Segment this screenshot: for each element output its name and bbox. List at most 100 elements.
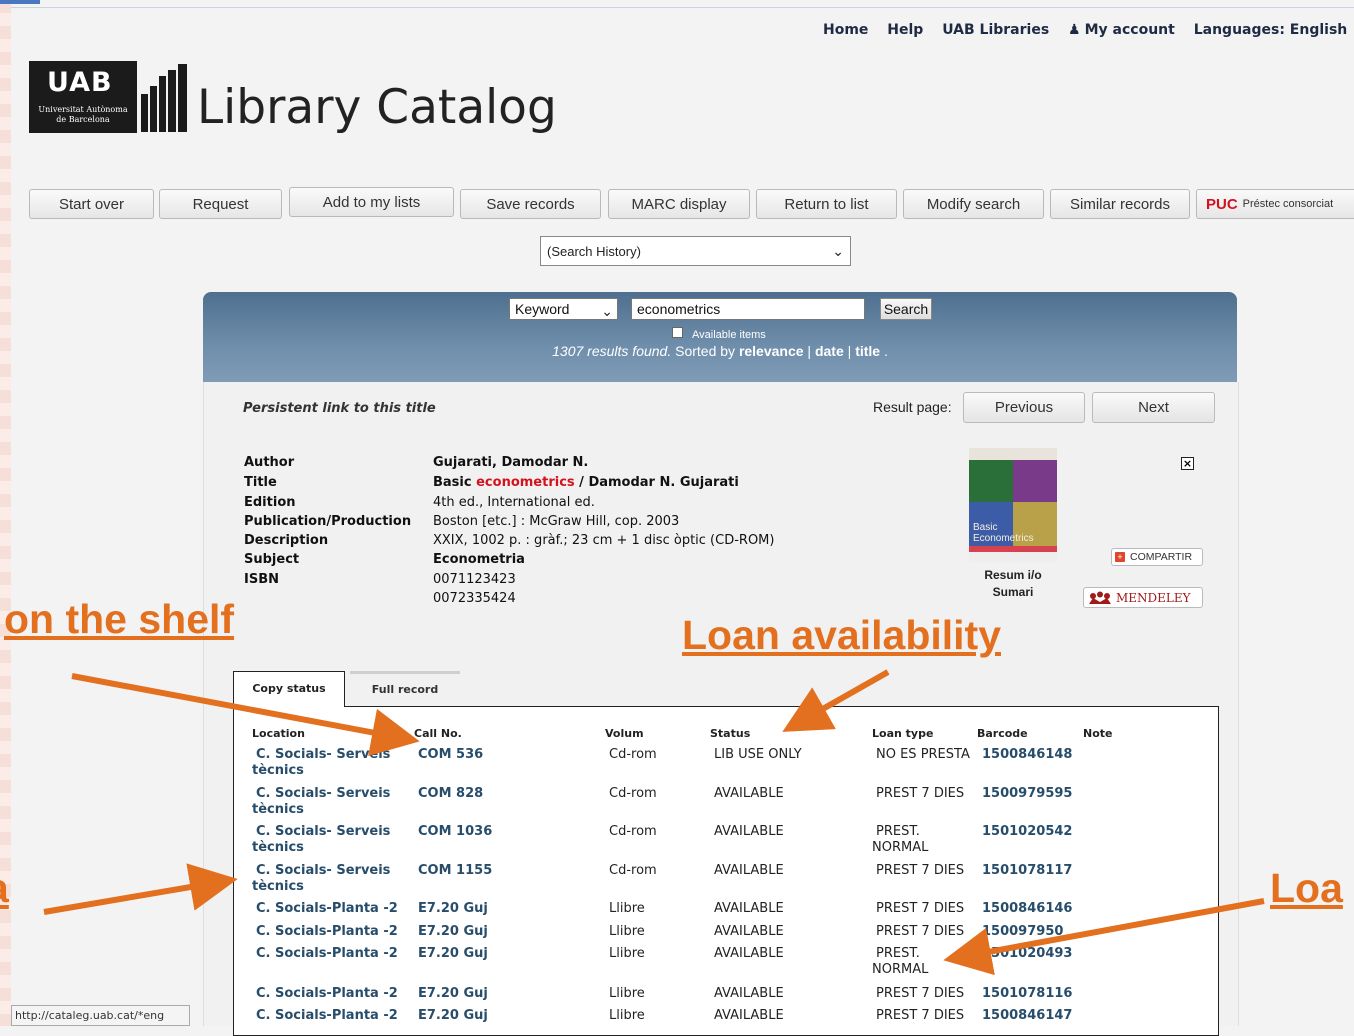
- add-to-lists-button[interactable]: Add to my lists: [289, 187, 454, 217]
- table-cell-status: AVAILABLE: [714, 1008, 784, 1023]
- table-cell-volum: Llibre: [609, 901, 645, 916]
- table-cell-barcode[interactable]: 150097950: [982, 924, 1063, 940]
- table-cell-volum: Llibre: [609, 924, 645, 939]
- table-cell-barcode[interactable]: 1500979595: [982, 786, 1072, 802]
- top-accent-bar: [0, 0, 40, 4]
- request-button[interactable]: Request: [159, 189, 282, 219]
- tab-full-record[interactable]: Full record: [350, 671, 460, 707]
- similar-records-button[interactable]: Similar records: [1050, 189, 1190, 219]
- subject-value[interactable]: Econometria: [433, 552, 525, 567]
- nav-languages-link[interactable]: Languages: English: [1194, 22, 1348, 38]
- marc-display-button[interactable]: MARC display: [608, 189, 750, 219]
- title-post: / Damodar N. Gujarati: [574, 475, 739, 490]
- isbn-label: ISBN: [244, 572, 279, 587]
- table-cell-callno[interactable]: E7.20 Guj: [418, 924, 488, 940]
- table-cell-location[interactable]: C. Socials-Planta -2: [252, 924, 402, 940]
- column-header-note: Note: [1083, 727, 1113, 740]
- table-cell-loan-type: PREST 7 DIES: [876, 786, 965, 801]
- table-cell-callno[interactable]: COM 1155: [418, 863, 492, 879]
- share-button[interactable]: + COMPARTIR: [1111, 548, 1203, 566]
- table-cell-callno[interactable]: E7.20 Guj: [418, 901, 488, 917]
- table-cell-barcode[interactable]: 1500846147: [982, 1008, 1072, 1024]
- publication-value: Boston [etc.] : McGraw Hill, cop. 2003: [433, 514, 680, 529]
- sorted-by-label: Sorted by: [671, 343, 739, 359]
- table-cell-loan-type: PREST 7 DIES: [876, 924, 965, 939]
- table-cell-status: AVAILABLE: [714, 986, 784, 1001]
- author-value[interactable]: Gujarati, Damodar N.: [433, 455, 588, 470]
- available-items-label: Available items: [692, 329, 766, 341]
- uab-logo[interactable]: UAB Universitat Autònoma de Barcelona: [29, 61, 137, 133]
- title-highlight: econometrics: [476, 475, 575, 490]
- summary-link[interactable]: Resum i/o Sumari: [969, 567, 1057, 601]
- summary-line1: Resum i/o: [984, 568, 1042, 582]
- table-cell-callno[interactable]: COM 1036: [418, 824, 492, 840]
- table-cell-callno[interactable]: E7.20 Guj: [418, 986, 488, 1002]
- summary-line2: Sumari: [992, 585, 1034, 599]
- search-type-value: Keyword: [515, 301, 570, 317]
- table-cell-location[interactable]: C. Socials- Serveis tècnics: [252, 747, 402, 779]
- close-icon[interactable]: ×: [1181, 457, 1194, 470]
- table-cell-barcode[interactable]: 1501078117: [982, 863, 1072, 879]
- search-input[interactable]: econometrics: [631, 298, 865, 320]
- nav-uab-libraries-link[interactable]: UAB Libraries: [942, 22, 1049, 38]
- table-cell-volum: Cd-rom: [609, 747, 657, 762]
- table-cell-loan-type: PREST 7 DIES: [876, 986, 965, 1001]
- table-cell-barcode[interactable]: 1500846146: [982, 901, 1072, 917]
- table-cell-volum: Cd-rom: [609, 863, 657, 878]
- title-label: Title: [244, 475, 277, 490]
- table-cell-callno[interactable]: E7.20 Guj: [418, 946, 488, 962]
- title-pre: Basic: [433, 475, 477, 490]
- available-items-checkbox[interactable]: [672, 327, 683, 338]
- table-cell-location[interactable]: C. Socials-Planta -2: [252, 946, 402, 962]
- logo-subtitle-line1: Universitat Autònoma: [38, 105, 128, 114]
- next-button[interactable]: Next: [1092, 392, 1215, 423]
- tab-copy-status[interactable]: Copy status: [233, 671, 345, 707]
- search-button[interactable]: Search: [880, 298, 932, 320]
- table-cell-location[interactable]: C. Socials- Serveis tècnics: [252, 786, 402, 818]
- status-bar-url: http://cataleg.uab.cat/*eng: [11, 1005, 190, 1026]
- sort-title-link[interactable]: title: [855, 343, 880, 359]
- table-cell-callno[interactable]: COM 536: [418, 747, 483, 763]
- logo-subtitle-line2: de Barcelona: [56, 115, 110, 124]
- annotation-on-the-shelf: on the shelf: [4, 596, 235, 642]
- table-cell-callno[interactable]: COM 828: [418, 786, 483, 802]
- table-cell-barcode[interactable]: 1501078116: [982, 986, 1072, 1002]
- page-title: Library Catalog: [197, 80, 557, 135]
- table-cell-barcode[interactable]: 1501020493: [982, 946, 1072, 962]
- share-label: COMPARTIR: [1130, 551, 1193, 563]
- table-cell-loan-type: PREST. NORMAL: [872, 946, 929, 977]
- author-label: Author: [244, 455, 295, 470]
- table-cell-location[interactable]: C. Socials- Serveis tècnics: [252, 824, 402, 856]
- table-cell-callno[interactable]: E7.20 Guj: [418, 1008, 488, 1024]
- mendeley-button[interactable]: MENDELEY: [1083, 587, 1203, 608]
- puc-button[interactable]: PUC Préstec consorciat: [1196, 189, 1354, 219]
- table-cell-volum: Llibre: [609, 946, 645, 961]
- sort-date-link[interactable]: date: [815, 343, 844, 359]
- description-label: Description: [244, 533, 329, 548]
- save-records-button[interactable]: Save records: [460, 189, 601, 219]
- nav-my-account-link[interactable]: ♟ My account: [1068, 22, 1175, 38]
- mendeley-icon: [1089, 591, 1111, 604]
- table-cell-location[interactable]: C. Socials- Serveis tècnics: [252, 863, 402, 895]
- nav-home-link[interactable]: Home: [823, 22, 868, 38]
- table-cell-location[interactable]: C. Socials-Planta -2: [252, 1008, 402, 1024]
- search-history-select[interactable]: (Search History) ⌄: [540, 236, 851, 266]
- table-cell-status: AVAILABLE: [714, 824, 784, 839]
- table-cell-location[interactable]: C. Socials-Planta -2: [252, 986, 402, 1002]
- search-type-select[interactable]: Keyword ⌄: [509, 298, 618, 320]
- top-divider: [11, 7, 1354, 8]
- nav-help-link[interactable]: Help: [887, 22, 923, 38]
- table-cell-location[interactable]: C. Socials-Planta -2: [252, 901, 402, 917]
- table-cell-barcode[interactable]: 1501020542: [982, 824, 1072, 840]
- table-cell-loan-type: PREST 7 DIES: [876, 1008, 965, 1023]
- plus-icon: +: [1115, 552, 1125, 562]
- table-cell-barcode[interactable]: 1500846148: [982, 747, 1072, 763]
- previous-button[interactable]: Previous: [963, 392, 1085, 423]
- return-to-list-button[interactable]: Return to list: [756, 189, 897, 219]
- my-account-label: My account: [1084, 22, 1175, 38]
- book-cover-image[interactable]: Basic Econometrics: [969, 448, 1057, 562]
- modify-search-button[interactable]: Modify search: [903, 189, 1044, 219]
- start-over-button[interactable]: Start over: [29, 189, 154, 219]
- sort-relevance-link[interactable]: relevance: [739, 343, 804, 359]
- persistent-link[interactable]: Persistent link to this title: [243, 401, 436, 416]
